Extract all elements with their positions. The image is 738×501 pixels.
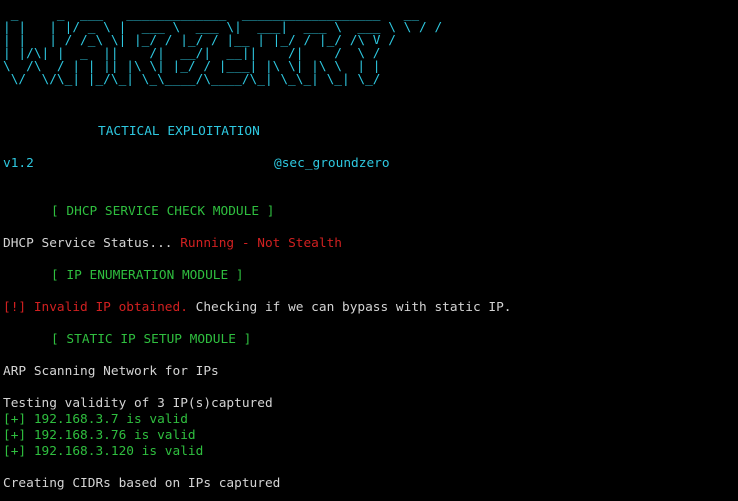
version-label: v1.2 <box>3 156 34 171</box>
dhcp-module-header: [ DHCP SERVICE CHECK MODULE ] <box>51 204 275 219</box>
invalid-ip-warning: [!] Invalid IP obtained. <box>3 300 188 315</box>
bypass-check-message: Checking if we can bypass with static IP… <box>187 300 512 315</box>
invalid-ip-line: [!] Invalid IP obtained. Checking if we … <box>3 300 512 316</box>
valid-ip-line: [+] 192.168.3.120 is valid <box>3 444 204 459</box>
ascii-art-banner: _ _ ___ _____________ __________________… <box>3 7 443 87</box>
static-ip-module-header: [ STATIC IP SETUP MODULE ] <box>51 332 252 347</box>
ip-enumeration-module-header: [ IP ENUMERATION MODULE ] <box>51 268 244 283</box>
terminal-window[interactable]: _ _ ___ _____________ __________________… <box>0 0 738 501</box>
author-handle: @sec_groundzero <box>274 156 390 171</box>
dhcp-status-line: DHCP Service Status... Running - Not Ste… <box>3 236 342 252</box>
arp-scan-message: ARP Scanning Network for IPs <box>3 364 219 379</box>
testing-validity-message: Testing validity of 3 IP(s)captured <box>3 396 273 411</box>
dhcp-status-value: Running - Not Stealth <box>180 236 342 251</box>
creating-cidrs-message: Creating CIDRs based on IPs captured <box>3 476 281 491</box>
dhcp-status-label: DHCP Service Status... <box>3 236 181 251</box>
valid-ip-line: [+] 192.168.3.7 is valid <box>3 412 188 427</box>
valid-ip-line: [+] 192.168.3.76 is valid <box>3 428 196 443</box>
banner-subtitle: TACTICAL EXPLOITATION <box>98 124 260 139</box>
